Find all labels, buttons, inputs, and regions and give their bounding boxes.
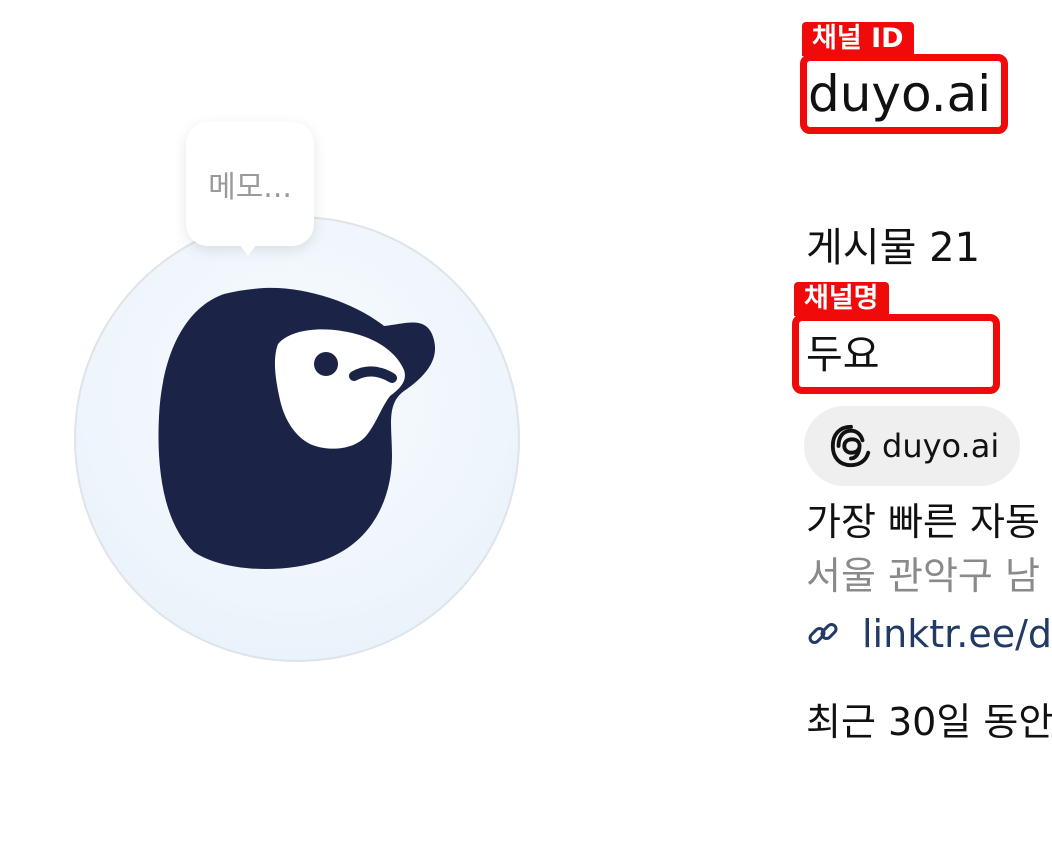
recent-activity-text: 최근 30일 동안 xyxy=(806,700,1052,744)
memo-bubble-tail xyxy=(236,240,260,256)
memo-bubble[interactable]: 메모... xyxy=(186,122,314,246)
duyo-mascot-logo-icon xyxy=(158,287,436,570)
channel-id-annotation-tag: 채널 ID xyxy=(802,22,914,56)
location-text: 서울 관악구 남 xyxy=(806,554,1040,598)
posts-count: 게시물 21 xyxy=(806,225,981,271)
link-icon xyxy=(808,623,838,644)
channel-name-annotation-tag: 채널명 xyxy=(794,282,889,316)
threads-profile-button[interactable]: duyo.ai xyxy=(804,406,1020,486)
threads-icon xyxy=(830,424,871,468)
profile-link-text[interactable]: linktr.ee/d xyxy=(862,612,1052,656)
bio-text: 가장 빠른 자동 xyxy=(806,500,1040,544)
channel-id: duyo.ai xyxy=(808,65,992,123)
channel-name: 두요 xyxy=(806,332,880,378)
profile-avatar[interactable] xyxy=(74,216,520,662)
threads-handle: duyo.ai xyxy=(882,427,1000,465)
memo-placeholder: 메모... xyxy=(208,170,292,205)
profile-link[interactable]: linktr.ee/d xyxy=(806,608,1052,660)
